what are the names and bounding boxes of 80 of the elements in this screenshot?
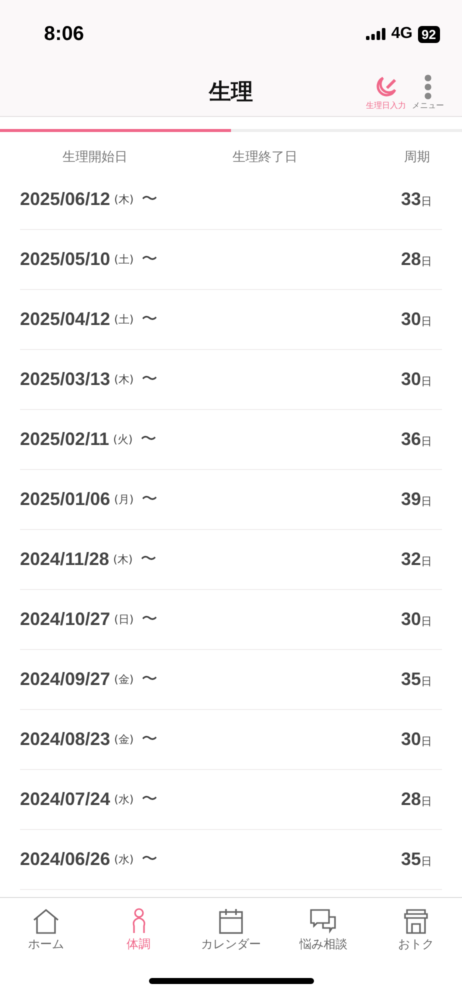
weekday: (火): [113, 432, 133, 447]
start-date: 2025/06/12: [20, 189, 110, 210]
range-tilde: 〜: [142, 309, 158, 330]
range-tilde: 〜: [142, 849, 158, 870]
weekday: (金): [114, 732, 134, 747]
cycle-days: 30: [400, 609, 421, 630]
day-unit: 日: [421, 554, 432, 569]
weekday: (木): [114, 372, 134, 387]
day-unit: 日: [421, 494, 432, 509]
start-date: 2024/09/27: [20, 669, 110, 690]
range-tilde: 〜: [142, 249, 158, 270]
column-header: 生理終了日: [232, 149, 298, 166]
start-date: 2025/03/13: [20, 369, 110, 390]
start-date: 2024/08/23: [20, 729, 110, 750]
tab[interactable]: カレンダー: [184, 898, 278, 962]
cycle-days: 32: [400, 549, 421, 570]
chat-icon: [309, 908, 338, 934]
day-unit: 日: [421, 854, 432, 869]
day-unit: 日: [421, 674, 432, 689]
range-tilde: 〜: [142, 189, 158, 210]
cycle-days: 30: [400, 309, 421, 330]
start-date: 2025/02/11: [20, 429, 110, 450]
cycle-days: 33: [400, 189, 421, 210]
battery-level: 92: [418, 26, 440, 42]
start-date: 2025/04/12: [20, 309, 110, 330]
start-date: 2024/07/24: [20, 789, 110, 810]
cycle-days: 36: [400, 429, 421, 450]
day-unit: 日: [421, 734, 432, 749]
column-header: 生理開始日: [62, 149, 128, 166]
range-tilde: 〜: [142, 789, 158, 810]
cycle-days: 28: [400, 789, 421, 810]
weekday: (土): [114, 252, 134, 267]
weekday: (水): [114, 852, 134, 867]
header-action[interactable]: 生理日入力: [366, 74, 406, 110]
day-unit: 日: [421, 194, 432, 209]
home-icon: [32, 908, 60, 934]
range-tilde: 〜: [140, 549, 157, 570]
page-title: 生理: [209, 79, 253, 107]
start-date: 2024/06/26: [20, 849, 110, 870]
day-unit: 日: [421, 794, 432, 809]
column-header: 周期: [403, 149, 431, 166]
signal-icon: [366, 28, 386, 40]
weekday: (木): [114, 192, 134, 207]
cycle-days: 35: [400, 849, 421, 870]
weekday: (日): [114, 612, 134, 627]
network-label: 4G: [391, 25, 413, 43]
range-tilde: 〜: [142, 489, 158, 510]
start-date: 2024/11/28: [20, 549, 110, 570]
cycle-days: 30: [400, 369, 421, 390]
tab[interactable]: 悩み相談: [277, 898, 370, 962]
start-date: 2024/10/27: [20, 609, 110, 630]
day-unit: 日: [421, 374, 432, 389]
menu-icon: [424, 74, 432, 100]
day-unit: 日: [421, 614, 432, 629]
range-tilde: 〜: [142, 369, 158, 390]
weekday: (土): [114, 312, 134, 327]
start-date: 2025/05/10: [20, 249, 110, 270]
day-unit: 日: [421, 314, 432, 329]
range-tilde: 〜: [142, 609, 158, 630]
cycle-days: 30: [400, 729, 421, 750]
status-time: 8:06: [44, 22, 84, 46]
calendar-icon: [218, 908, 244, 934]
cycle-days: 39: [400, 489, 421, 510]
tab[interactable]: 体調: [92, 898, 185, 962]
day-unit: 日: [421, 434, 432, 449]
range-tilde: 〜: [142, 669, 158, 690]
weekday: (水): [114, 792, 134, 807]
tab[interactable]: おトク: [370, 898, 462, 962]
weekday: (月): [114, 492, 134, 507]
day-unit: 日: [421, 254, 432, 269]
weekday: (木): [113, 552, 133, 567]
start-date: 2025/01/06: [20, 489, 110, 510]
range-tilde: 〜: [142, 729, 158, 750]
range-tilde: 〜: [140, 429, 157, 450]
tab[interactable]: ホーム: [0, 898, 92, 962]
shop-icon: [402, 908, 429, 934]
header-action[interactable]: メニュー: [412, 74, 444, 110]
weekday: (金): [114, 672, 134, 687]
cycle-days: 28: [400, 249, 421, 270]
cycle-days: 35: [400, 669, 421, 690]
